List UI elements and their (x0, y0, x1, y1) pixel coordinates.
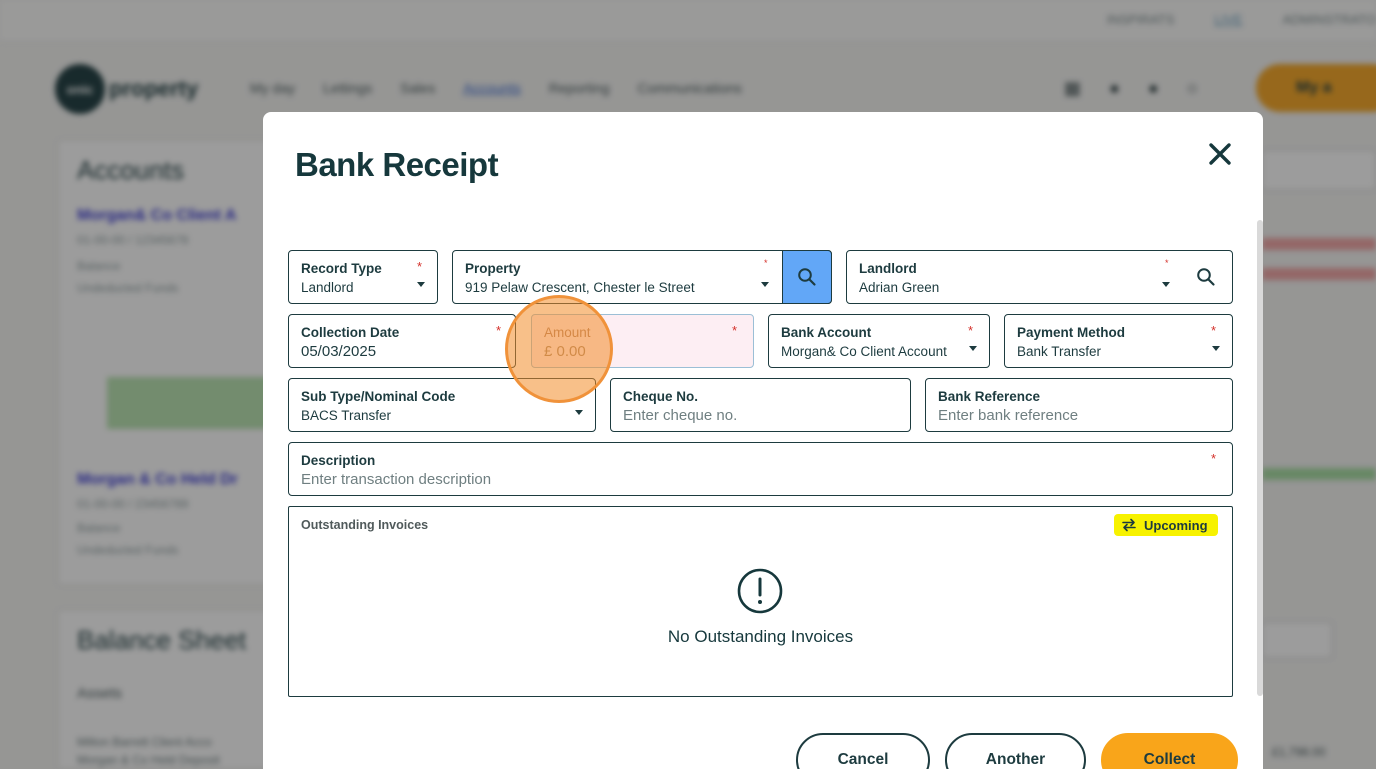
property-select[interactable]: Property * 919 Pelaw Crescent, Chester l… (452, 250, 832, 304)
payment-method-value: Bank Transfer (1017, 344, 1102, 359)
collect-button[interactable]: Collect (1101, 733, 1238, 769)
another-button[interactable]: Another (945, 733, 1086, 769)
amount-input[interactable]: Amount * £ 0.00 (531, 314, 754, 368)
close-icon (1209, 142, 1231, 165)
sub-type-label: Sub Type/Nominal Code (301, 389, 456, 404)
outstanding-invoices-title: Outstanding Invoices (301, 518, 429, 532)
required-mark: * (732, 323, 738, 338)
payment-method-label: Payment Method (1017, 325, 1126, 340)
description-label: Description (301, 453, 376, 468)
upcoming-label: Upcoming (1144, 517, 1208, 533)
required-mark: * (1211, 451, 1217, 466)
bank-account-label: Bank Account (781, 325, 872, 340)
property-label: Property (465, 261, 521, 276)
swap-arrows-icon (1122, 518, 1136, 532)
landlord-label: Landlord (859, 261, 917, 276)
cheque-no-placeholder: Enter cheque no. (623, 407, 738, 424)
record-type-value: Landlord (301, 280, 354, 295)
amount-label: Amount (544, 325, 591, 340)
sub-type-select[interactable]: Sub Type/Nominal Code BACS Transfer (288, 378, 596, 432)
empty-state-message: No Outstanding Invoices (667, 627, 854, 646)
landlord-select[interactable]: Landlord * Adrian Green (846, 250, 1233, 304)
required-mark: * (968, 323, 974, 338)
record-type-label: Record Type (301, 261, 382, 276)
collection-date-label: Collection Date (301, 325, 400, 340)
required-mark: * (1211, 323, 1217, 338)
outstanding-invoices-panel: Outstanding Invoices Upcoming No Outstan… (288, 506, 1233, 697)
amount-value: £ 0.00 (544, 343, 586, 360)
upcoming-toggle[interactable]: Upcoming (1114, 514, 1218, 536)
collection-date-input[interactable]: Collection Date * 05/03/2025 (288, 314, 516, 368)
sub-type-value: BACS Transfer (301, 408, 392, 423)
required-mark: * (417, 259, 423, 274)
search-icon (1197, 268, 1215, 286)
required-mark: * (764, 258, 768, 268)
landlord-search-button[interactable] (1180, 251, 1232, 303)
cheque-no-label: Cheque No. (623, 389, 699, 404)
bank-reference-label: Bank Reference (938, 389, 1041, 404)
bank-receipt-modal: Bank Receipt Record Type * Landlord Prop… (263, 112, 1263, 769)
exclamation-icon (737, 568, 783, 614)
property-search-button[interactable] (782, 250, 832, 304)
bank-reference-placeholder: Enter bank reference (938, 407, 1079, 424)
bank-account-value: Morgan& Co Client Account (781, 344, 947, 359)
payment-method-select[interactable]: Payment Method * Bank Transfer (1004, 314, 1233, 368)
caret-down-icon (575, 410, 583, 415)
close-button[interactable] (1203, 138, 1237, 172)
caret-down-icon (969, 346, 977, 351)
cancel-button[interactable]: Cancel (796, 733, 930, 769)
caret-down-icon (1212, 346, 1220, 351)
caret-down-icon (1162, 282, 1170, 287)
modal-title: Bank Receipt (295, 146, 499, 183)
collection-date-value: 05/03/2025 (301, 343, 377, 360)
cheque-no-input[interactable]: Cheque No. Enter cheque no. (610, 378, 911, 432)
record-type-select[interactable]: Record Type * Landlord (288, 250, 438, 304)
search-icon (798, 268, 816, 286)
caret-down-icon (761, 282, 769, 287)
caret-down-icon (417, 282, 425, 287)
landlord-value: Adrian Green (859, 280, 940, 295)
required-mark: * (496, 323, 502, 338)
bank-reference-input[interactable]: Bank Reference Enter bank reference (925, 378, 1233, 432)
modal-scrollbar[interactable] (1257, 220, 1263, 696)
bank-account-select[interactable]: Bank Account * Morgan& Co Client Account (768, 314, 990, 368)
description-input[interactable]: Description * Enter transaction descript… (288, 442, 1233, 496)
property-value: 919 Pelaw Crescent, Chester le Street (465, 280, 695, 295)
description-placeholder: Enter transaction description (301, 471, 492, 488)
required-mark: * (1165, 258, 1169, 268)
